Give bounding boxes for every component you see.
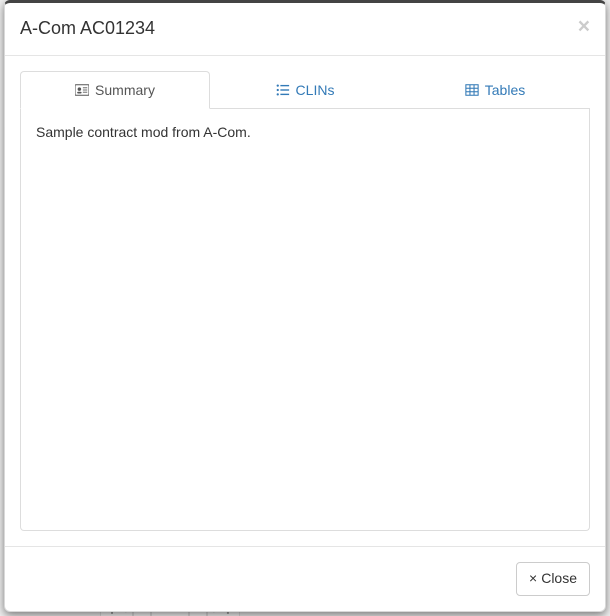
- tabs: Summary CLINs: [20, 71, 590, 109]
- tab-content-summary: Sample contract mod from A-Com.: [20, 109, 590, 531]
- tab-clins-label: CLINs: [296, 82, 335, 98]
- modal-title: A-Com AC01234: [20, 18, 155, 40]
- tab-summary-label: Summary: [95, 82, 155, 98]
- list-icon: [276, 83, 290, 97]
- tab-summary[interactable]: Summary: [20, 71, 210, 109]
- tab-tables[interactable]: Tables: [400, 71, 590, 109]
- close-icon[interactable]: ×: [578, 16, 590, 37]
- modal-footer: × Close: [5, 546, 605, 611]
- tab-tables-label: Tables: [485, 82, 525, 98]
- table-icon: [465, 83, 479, 97]
- modal-body: Summary CLINs: [5, 56, 605, 546]
- summary-text: Sample contract mod from A-Com.: [36, 124, 574, 140]
- close-icon-small: ×: [529, 569, 537, 589]
- modal-dialog: A-Com AC01234 × Summary: [4, 0, 606, 612]
- id-card-icon: [75, 83, 89, 97]
- modal-header: A-Com AC01234 ×: [5, 3, 605, 56]
- close-button[interactable]: × Close: [516, 562, 590, 596]
- close-button-label: Close: [541, 569, 577, 589]
- tab-clins[interactable]: CLINs: [210, 71, 400, 109]
